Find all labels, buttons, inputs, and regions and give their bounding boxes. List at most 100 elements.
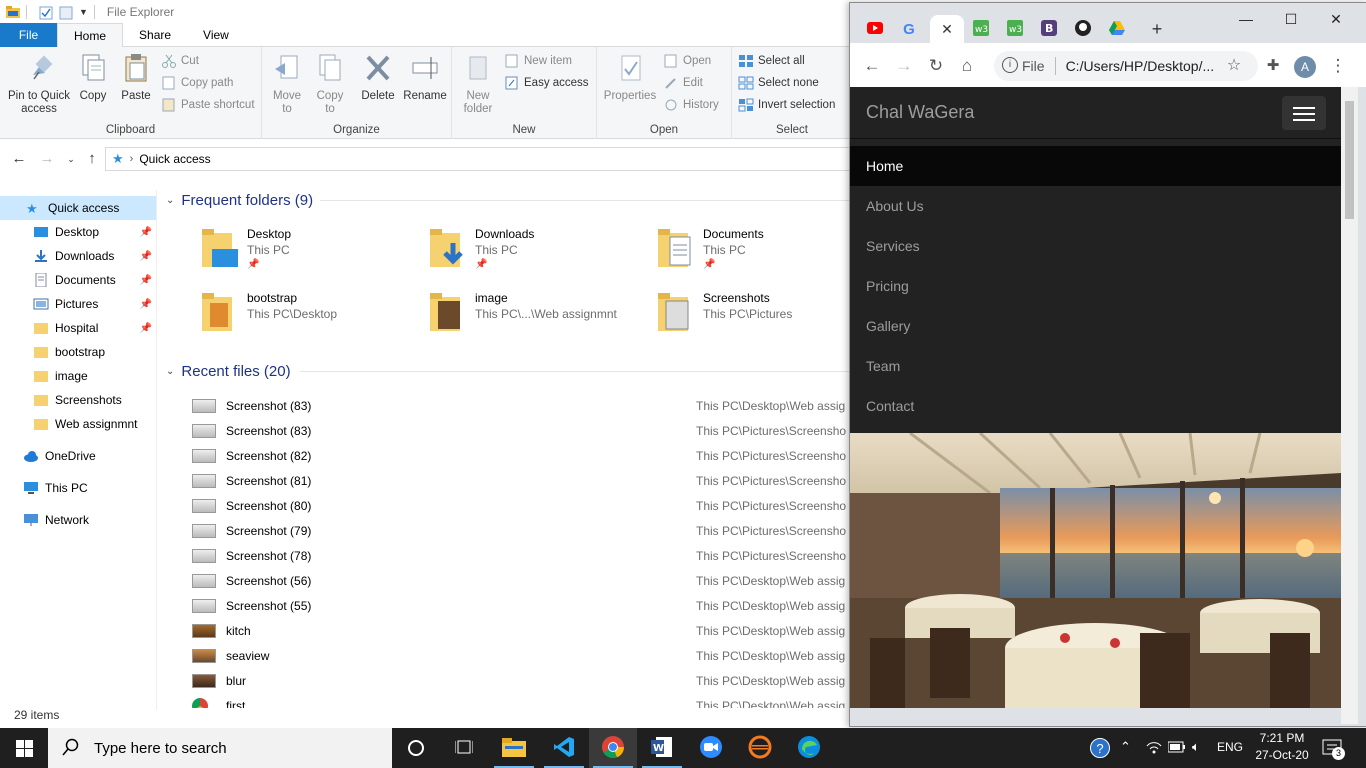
- forward-arrow-icon[interactable]: →: [38, 150, 56, 168]
- nav-hospital[interactable]: Hospital 📌: [0, 316, 156, 340]
- nav-quick-access[interactable]: ★ Quick access: [0, 196, 156, 220]
- table-row[interactable]: Screenshot (81) This PC\Pictures\Screensh…: [192, 468, 850, 493]
- table-row[interactable]: Screenshot (55) This PC\Desktop\Web assig: [192, 593, 850, 618]
- pin-icon[interactable]: 📌: [140, 299, 152, 310]
- nav-link-pricing[interactable]: Pricing: [850, 266, 1341, 306]
- chrome-scrollbar[interactable]: [1341, 87, 1358, 724]
- table-row[interactable]: Screenshot (83) This PC\Pictures\Screensh…: [192, 418, 850, 443]
- close-icon[interactable]: ✕: [941, 21, 953, 38]
- copy-to-button[interactable]: Copy to: [312, 53, 348, 116]
- nav-network[interactable]: Network: [0, 508, 156, 532]
- folder-tile-downloads[interactable]: Downloads This PC 📌: [428, 223, 648, 279]
- table-row[interactable]: Screenshot (79) This PC\Pictures\Screensh…: [192, 518, 850, 543]
- home-icon[interactable]: ⌂: [956, 55, 978, 77]
- folder-tile-documents[interactable]: Documents This PC 📌: [656, 223, 850, 279]
- table-row[interactable]: Screenshot (80) This PC\Pictures\Screensh…: [192, 493, 850, 518]
- tab-youtube[interactable]: [858, 15, 892, 43]
- battery-icon[interactable]: [1167, 741, 1186, 756]
- tab-w3schools-2[interactable]: w3: [998, 15, 1032, 43]
- properties-icon[interactable]: [39, 6, 53, 19]
- site-brand[interactable]: Chal WaGera: [866, 102, 974, 123]
- chevron-up-icon[interactable]: ⌃: [1120, 739, 1131, 755]
- language-indicator[interactable]: ENG: [1212, 740, 1248, 754]
- folder-tile-image[interactable]: image This PC\...\Web assignmnt: [428, 287, 648, 343]
- nav-web-assignmnt[interactable]: Web assignmnt: [0, 412, 156, 436]
- back-arrow-icon[interactable]: ←: [861, 55, 883, 77]
- nav-pictures[interactable]: Pictures 📌: [0, 292, 156, 316]
- nav-onedrive[interactable]: OneDrive: [0, 444, 156, 468]
- nav-link-home[interactable]: Home: [850, 146, 1341, 186]
- taskbar-eclipse[interactable]: [736, 728, 784, 768]
- pin-to-quick-access-button[interactable]: Pin to Quick access: [4, 53, 74, 116]
- maximize-button[interactable]: ☐: [1276, 11, 1306, 31]
- nav-link-team[interactable]: Team: [850, 346, 1341, 386]
- tab-google-drive[interactable]: [1100, 15, 1134, 43]
- close-window-button[interactable]: ✕: [1321, 11, 1351, 31]
- taskbar-edge[interactable]: [785, 728, 833, 768]
- speaker-icon[interactable]: 🔈︎: [1192, 739, 1200, 755]
- tab-active[interactable]: ✕: [930, 15, 964, 43]
- nav-link-gallery[interactable]: Gallery: [850, 306, 1341, 346]
- tab-google[interactable]: G: [892, 15, 926, 43]
- tab-view[interactable]: View: [187, 23, 245, 47]
- recent-locations-chevron-icon[interactable]: ⌄: [62, 150, 80, 168]
- nav-desktop[interactable]: Desktop 📌: [0, 220, 156, 244]
- table-row[interactable]: first This PC\Desktop\Web assig: [192, 693, 850, 708]
- open-button[interactable]: Open: [663, 51, 711, 71]
- table-row[interactable]: Screenshot (78) This PC\Pictures\Screensh…: [192, 543, 850, 568]
- history-button[interactable]: History: [663, 95, 719, 115]
- start-button[interactable]: [0, 728, 48, 768]
- select-all-button[interactable]: Select all: [738, 51, 805, 71]
- recent-files-header[interactable]: ⌄ Recent files (20): [166, 361, 291, 381]
- pin-icon[interactable]: 📌: [140, 275, 152, 286]
- task-view-button[interactable]: [440, 728, 488, 768]
- scrollbar-thumb[interactable]: [1345, 101, 1354, 219]
- forward-arrow-icon[interactable]: →: [893, 55, 915, 77]
- rename-button[interactable]: Rename: [402, 53, 448, 103]
- reload-icon[interactable]: ↻: [925, 55, 947, 77]
- edit-button[interactable]: Edit: [663, 73, 703, 93]
- copy-path-button[interactable]: Copy path: [161, 73, 233, 93]
- new-folder-icon[interactable]: [59, 6, 73, 19]
- more-menu-icon[interactable]: ⋮: [1327, 55, 1349, 77]
- taskbar-search-box[interactable]: Type here to search: [48, 728, 392, 768]
- taskbar-zoom[interactable]: [687, 728, 735, 768]
- table-row[interactable]: Screenshot (82) This PC\Pictures\Screensh…: [192, 443, 850, 468]
- table-row[interactable]: Screenshot (83) This PC\Desktop\Web assig: [192, 393, 850, 418]
- table-row[interactable]: kitch This PC\Desktop\Web assig: [192, 618, 850, 643]
- table-row[interactable]: seaview This PC\Desktop\Web assig: [192, 643, 850, 668]
- nav-image[interactable]: image: [0, 364, 156, 388]
- nav-documents[interactable]: Documents 📌: [0, 268, 156, 292]
- properties-button[interactable]: Properties: [603, 53, 657, 103]
- tab-w3schools[interactable]: w3: [964, 15, 998, 43]
- invert-selection-button[interactable]: Invert selection: [738, 95, 835, 115]
- tab-bootstrap[interactable]: B: [1032, 15, 1066, 43]
- nav-link-about-us[interactable]: About Us: [850, 186, 1341, 226]
- new-item-button[interactable]: New item: [504, 51, 572, 71]
- taskbar-vscode[interactable]: [540, 728, 588, 768]
- pin-icon[interactable]: 📌: [140, 251, 152, 262]
- taskbar-file-explorer[interactable]: [490, 728, 538, 768]
- extensions-puzzle-icon[interactable]: ✚: [1262, 55, 1284, 77]
- cortana-button[interactable]: [392, 728, 440, 768]
- pin-icon[interactable]: 📌: [140, 323, 152, 334]
- frequent-folders-header[interactable]: ⌄ Frequent folders (9): [166, 190, 313, 210]
- folder-tile-screenshots[interactable]: Screenshots This PC\Pictures: [656, 287, 850, 343]
- table-row[interactable]: Screenshot (56) This PC\Desktop\Web assig: [192, 568, 850, 593]
- move-to-button[interactable]: Move to: [268, 53, 306, 116]
- pin-icon[interactable]: 📌: [140, 227, 152, 238]
- delete-button[interactable]: Delete: [358, 53, 398, 103]
- paste-shortcut-button[interactable]: Paste shortcut: [161, 95, 255, 115]
- minimize-button[interactable]: —: [1231, 11, 1261, 31]
- folder-tile-bootstrap[interactable]: bootstrap This PC\Desktop: [200, 287, 420, 343]
- address-bar[interactable]: ★ › Quick access: [105, 147, 865, 171]
- navbar-toggle-button[interactable]: [1282, 96, 1326, 130]
- new-tab-button[interactable]: +: [1140, 15, 1174, 43]
- folder-tile-desktop[interactable]: Desktop This PC 📌: [200, 223, 420, 279]
- up-arrow-icon[interactable]: ↑: [83, 150, 101, 168]
- chevron-down-icon[interactable]: ▼: [79, 7, 88, 17]
- nav-bootstrap[interactable]: bootstrap: [0, 340, 156, 364]
- omnibox[interactable]: i File C:/Users/HP/Desktop/...: [994, 51, 1258, 81]
- wifi-icon[interactable]: [1145, 738, 1163, 757]
- nav-downloads[interactable]: Downloads 📌: [0, 244, 156, 268]
